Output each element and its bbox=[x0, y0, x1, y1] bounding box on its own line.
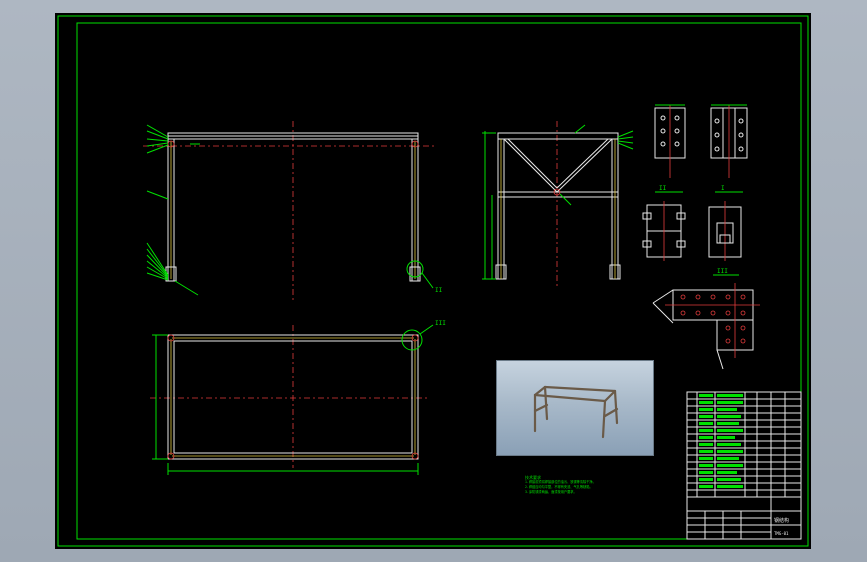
drawing-canvas[interactable]: II III II I III 钢结构 TMG-01 技术要求 1.焊接前须将焊… bbox=[55, 13, 811, 549]
render-preview-panel bbox=[496, 360, 654, 456]
title-block: 钢结构 TMG-01 bbox=[686, 391, 802, 540]
side-view bbox=[482, 121, 634, 289]
drawing-title: 钢结构 bbox=[774, 517, 789, 524]
front-view: II bbox=[143, 121, 443, 303]
frame-3d-render-icon bbox=[533, 385, 619, 439]
plan-view: III bbox=[150, 320, 446, 475]
front-detail-label: II bbox=[435, 287, 443, 294]
detail-i-label: I bbox=[721, 185, 725, 192]
notes-line: 3.涂防锈漆两遍，面漆按用户要求。 bbox=[525, 490, 577, 494]
detail-ii-label: II bbox=[659, 185, 667, 192]
technical-notes: 技术要求 1.焊接前须将焊接部位的油污、铁锈等清除干净。 2.焊缝应均匀平整，不… bbox=[525, 475, 625, 495]
cad-drawing: II III II I III 钢结构 TMG-01 bbox=[57, 15, 809, 547]
detail-views: II I III bbox=[642, 104, 760, 370]
part-code: TMG-01 bbox=[774, 531, 789, 536]
plan-detail-label: III bbox=[435, 320, 446, 327]
detail-iii-label: III bbox=[717, 268, 728, 275]
